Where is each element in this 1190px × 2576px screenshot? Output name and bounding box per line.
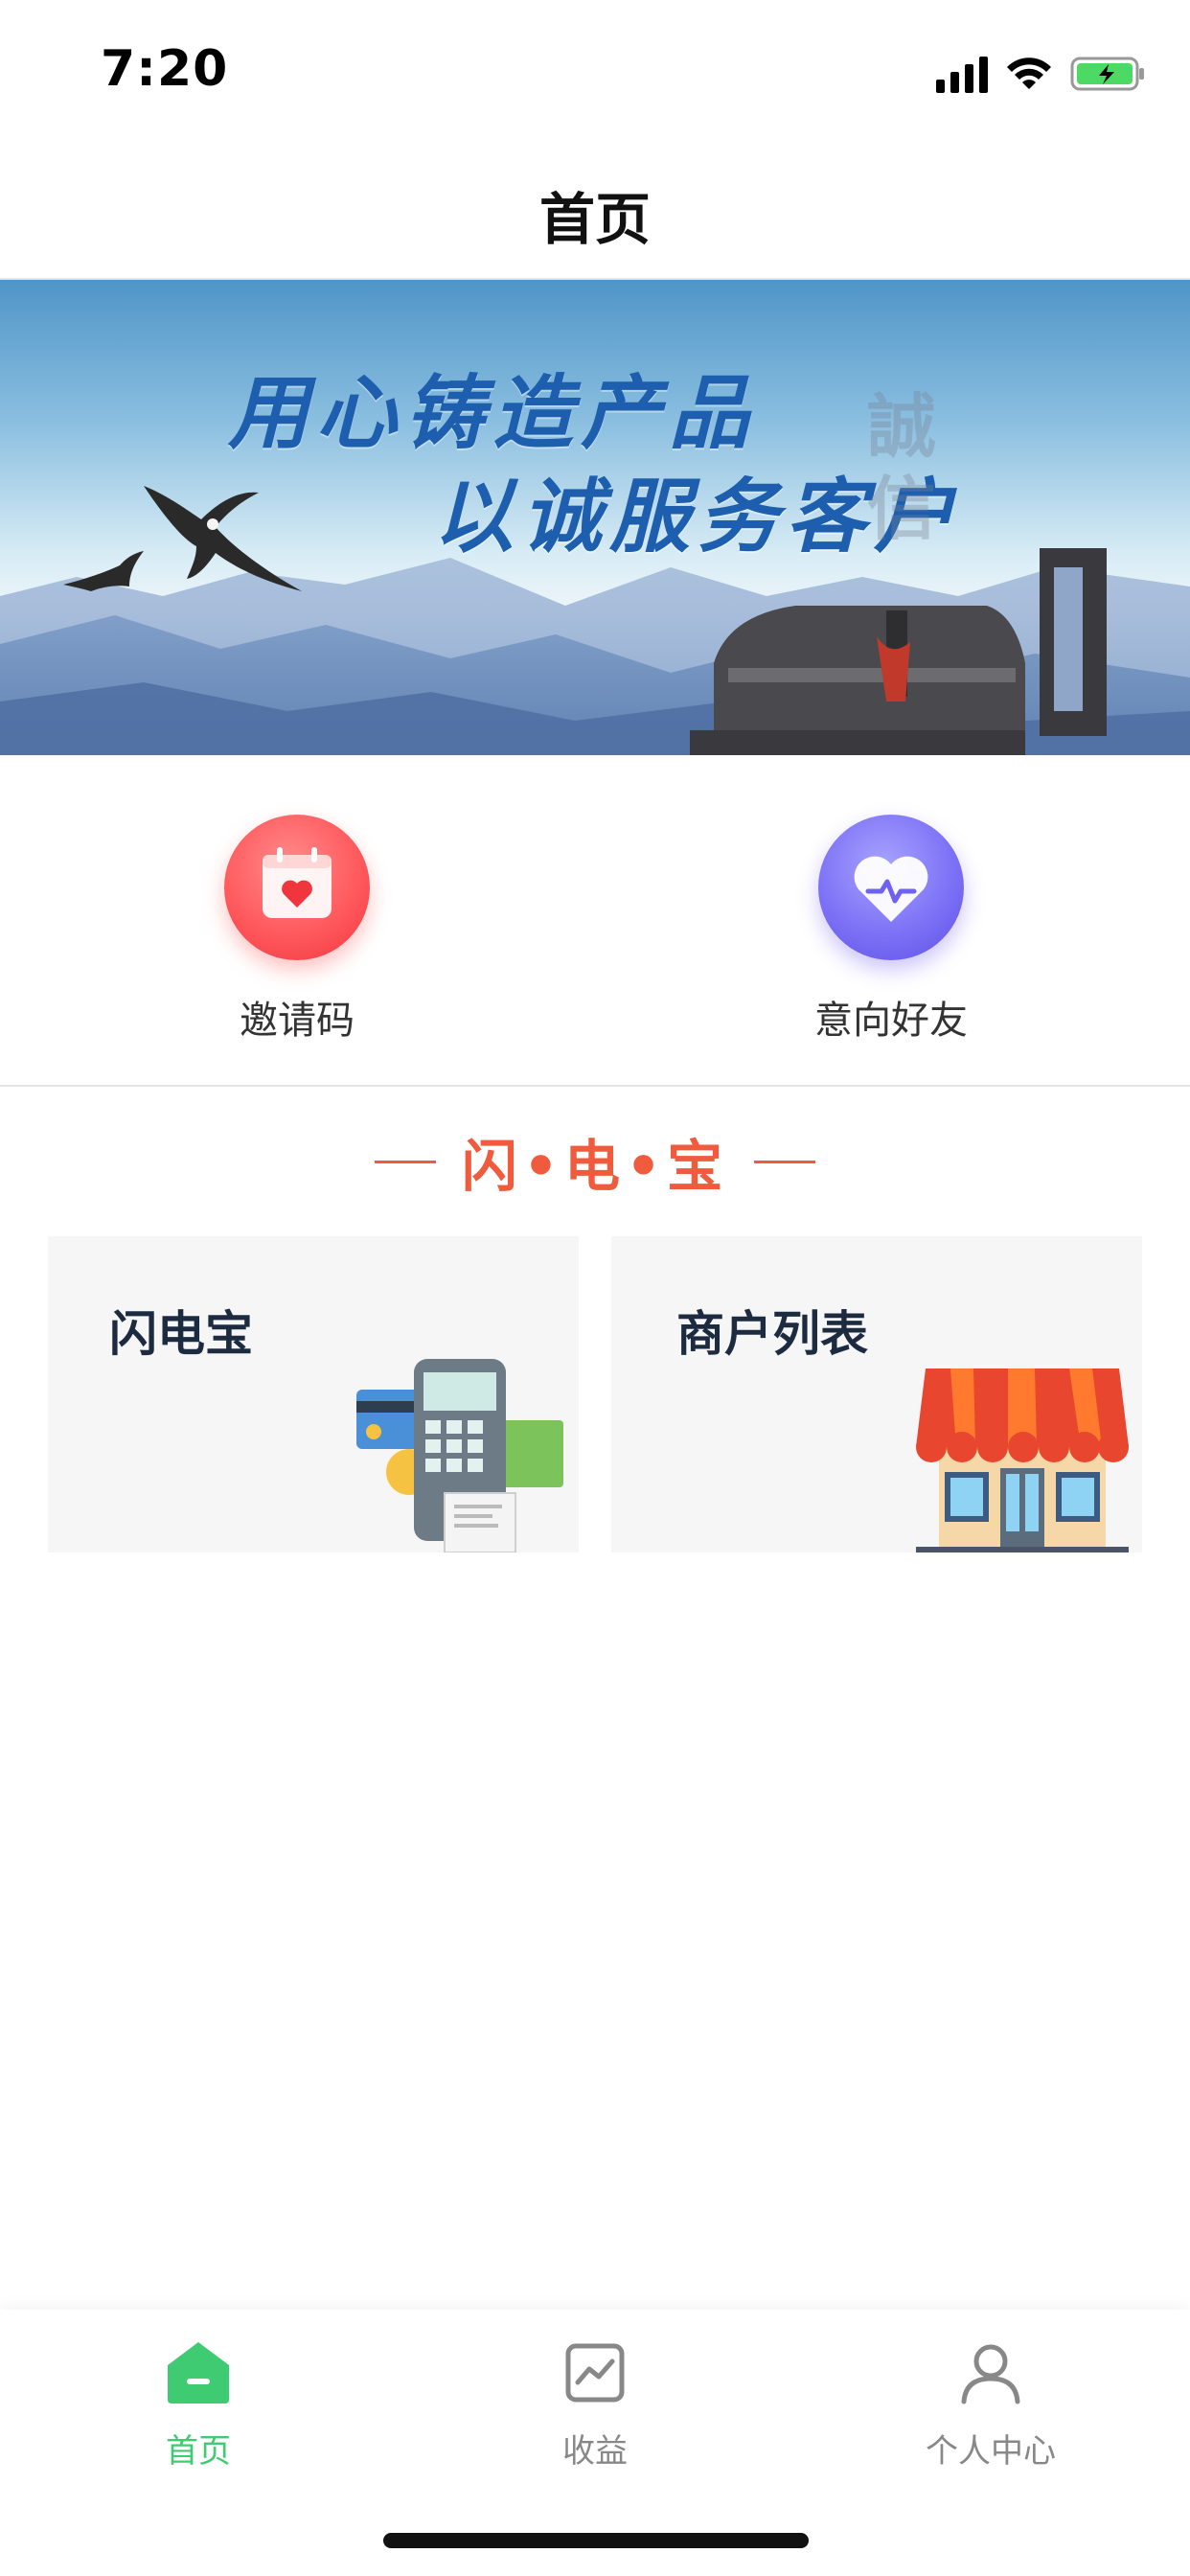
pos-terminal-icon [356, 1359, 563, 1552]
home-icon [168, 2342, 229, 2404]
merchant-list-card[interactable]: 商户列表 [611, 1236, 1142, 1552]
tab-home-label: 首页 [166, 2432, 231, 2471]
storefront-icon [916, 1368, 1129, 1552]
user-icon [961, 2344, 1020, 2404]
banner[interactable]: 用心铸造产品 以诚服务客户 誠信 [0, 280, 1190, 755]
chart-icon [565, 2343, 625, 2403]
navigation-bar: 首页 [0, 134, 1190, 280]
tab-earnings-label: 收益 [562, 2432, 628, 2471]
eagle-icon [63, 551, 144, 591]
heading-dash-right [754, 1160, 816, 1163]
banner-watermark: 誠信 [867, 385, 937, 549]
cellular-signal-icon [936, 55, 988, 93]
shandianbao-card[interactable]: 闪电宝 [48, 1236, 579, 1552]
home-indicator[interactable] [383, 2533, 809, 2548]
section-heading: 闪•电•宝 [0, 1121, 1190, 1202]
status-icons [936, 50, 1147, 98]
invite-code-button[interactable]: 邀请码 [144, 815, 450, 1045]
prospective-friends-label: 意向好友 [814, 999, 968, 1043]
status-bar: 7:20 [0, 0, 1190, 134]
shandianbao-card-title: 闪电宝 [109, 1306, 253, 1362]
eagle-icon [144, 486, 302, 591]
battery-icon [1070, 57, 1144, 91]
tab-earnings[interactable]: 收益 [451, 2338, 739, 2472]
merchant-list-card-title: 商户列表 [676, 1306, 868, 1362]
tab-profile-label: 个人中心 [926, 2432, 1056, 2471]
wifi-icon [1007, 58, 1051, 89]
tab-home[interactable]: 首页 [55, 2338, 342, 2472]
section-heading-text: 闪•电•宝 [461, 1134, 729, 1199]
quick-actions: 邀请码 意向好友 [0, 757, 1190, 1087]
invite-code-label: 邀请码 [240, 999, 355, 1043]
tab-profile[interactable]: 个人中心 [847, 2338, 1134, 2472]
prospective-friends-button[interactable]: 意向好友 [738, 815, 1044, 1045]
banner-slogan-line1: 用心铸造产品 [228, 365, 758, 460]
page-title: 首页 [538, 187, 651, 252]
monument-icon [690, 548, 1107, 755]
heart-pulse-icon [818, 815, 964, 960]
status-time: 7:20 [101, 40, 229, 98]
calendar-heart-icon [224, 815, 370, 960]
heading-dash-left [374, 1160, 436, 1163]
